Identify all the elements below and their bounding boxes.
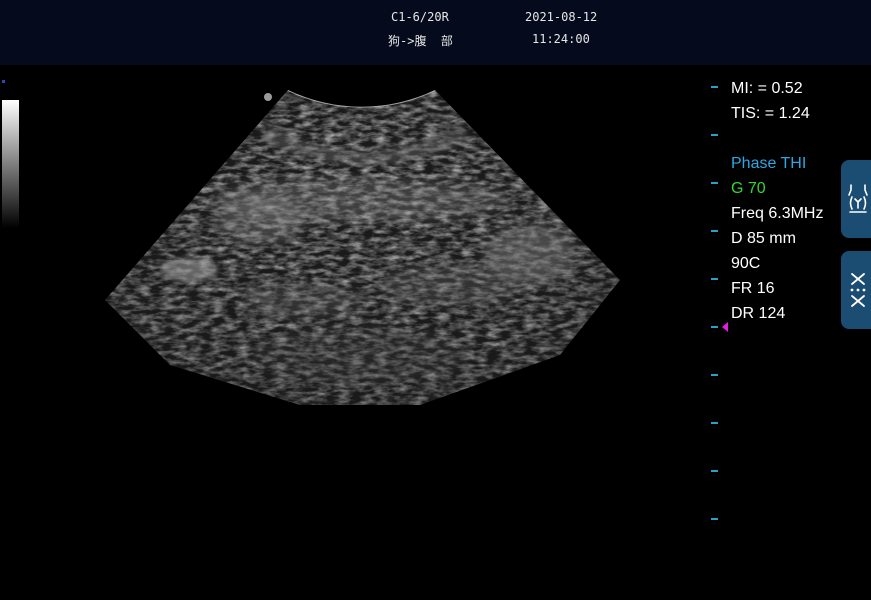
gain-value: G 70 xyxy=(731,180,766,197)
mi-value: MI: = 0.52 xyxy=(731,80,803,97)
orientation-marker-icon xyxy=(264,93,272,101)
depth-tick xyxy=(711,422,718,424)
frame-rate-value: FR 16 xyxy=(731,280,775,297)
depth-tick xyxy=(711,518,718,520)
depth-tick xyxy=(711,374,718,376)
sector-angle-value: 90C xyxy=(731,255,761,272)
depth-tick xyxy=(711,182,718,184)
body-marker-icon xyxy=(848,184,868,213)
body-marker-button[interactable] xyxy=(841,160,871,238)
depth-tick xyxy=(711,278,718,280)
dynamic-range-value: DR 124 xyxy=(731,305,786,322)
depth-scale xyxy=(711,0,721,600)
focus-marker-icon[interactable] xyxy=(722,322,728,332)
probe-label: C1-6/20R xyxy=(391,10,449,24)
ultrasound-image[interactable] xyxy=(0,65,710,600)
date-label: 2021-08-12 xyxy=(525,10,598,24)
time-label: 11:24:00 xyxy=(532,32,590,46)
tis-value: TIS: = 1.24 xyxy=(731,105,810,122)
exam-mode-label: 狗->腹 部 xyxy=(388,34,453,48)
collapse-panel-button[interactable] xyxy=(841,251,871,329)
depth-tick xyxy=(711,326,718,328)
phase-thi-label: Phase THI xyxy=(731,155,807,172)
depth-tick xyxy=(711,470,718,472)
frequency-value: Freq 6.3MHz xyxy=(731,205,824,222)
scan-sector xyxy=(105,90,620,405)
depth-tick xyxy=(711,134,718,136)
depth-tick xyxy=(711,86,718,88)
depth-tick xyxy=(711,230,718,232)
header-bar: C1-6/20R 狗->腹 部 2021-08-12 11:24:00 xyxy=(0,0,871,65)
imaging-parameters: MI: = 0.52 TIS: = 1.24 Phase THI G 70 Fr… xyxy=(731,76,823,326)
collapse-icon xyxy=(850,273,866,307)
depth-value: D 85 mm xyxy=(731,230,796,247)
